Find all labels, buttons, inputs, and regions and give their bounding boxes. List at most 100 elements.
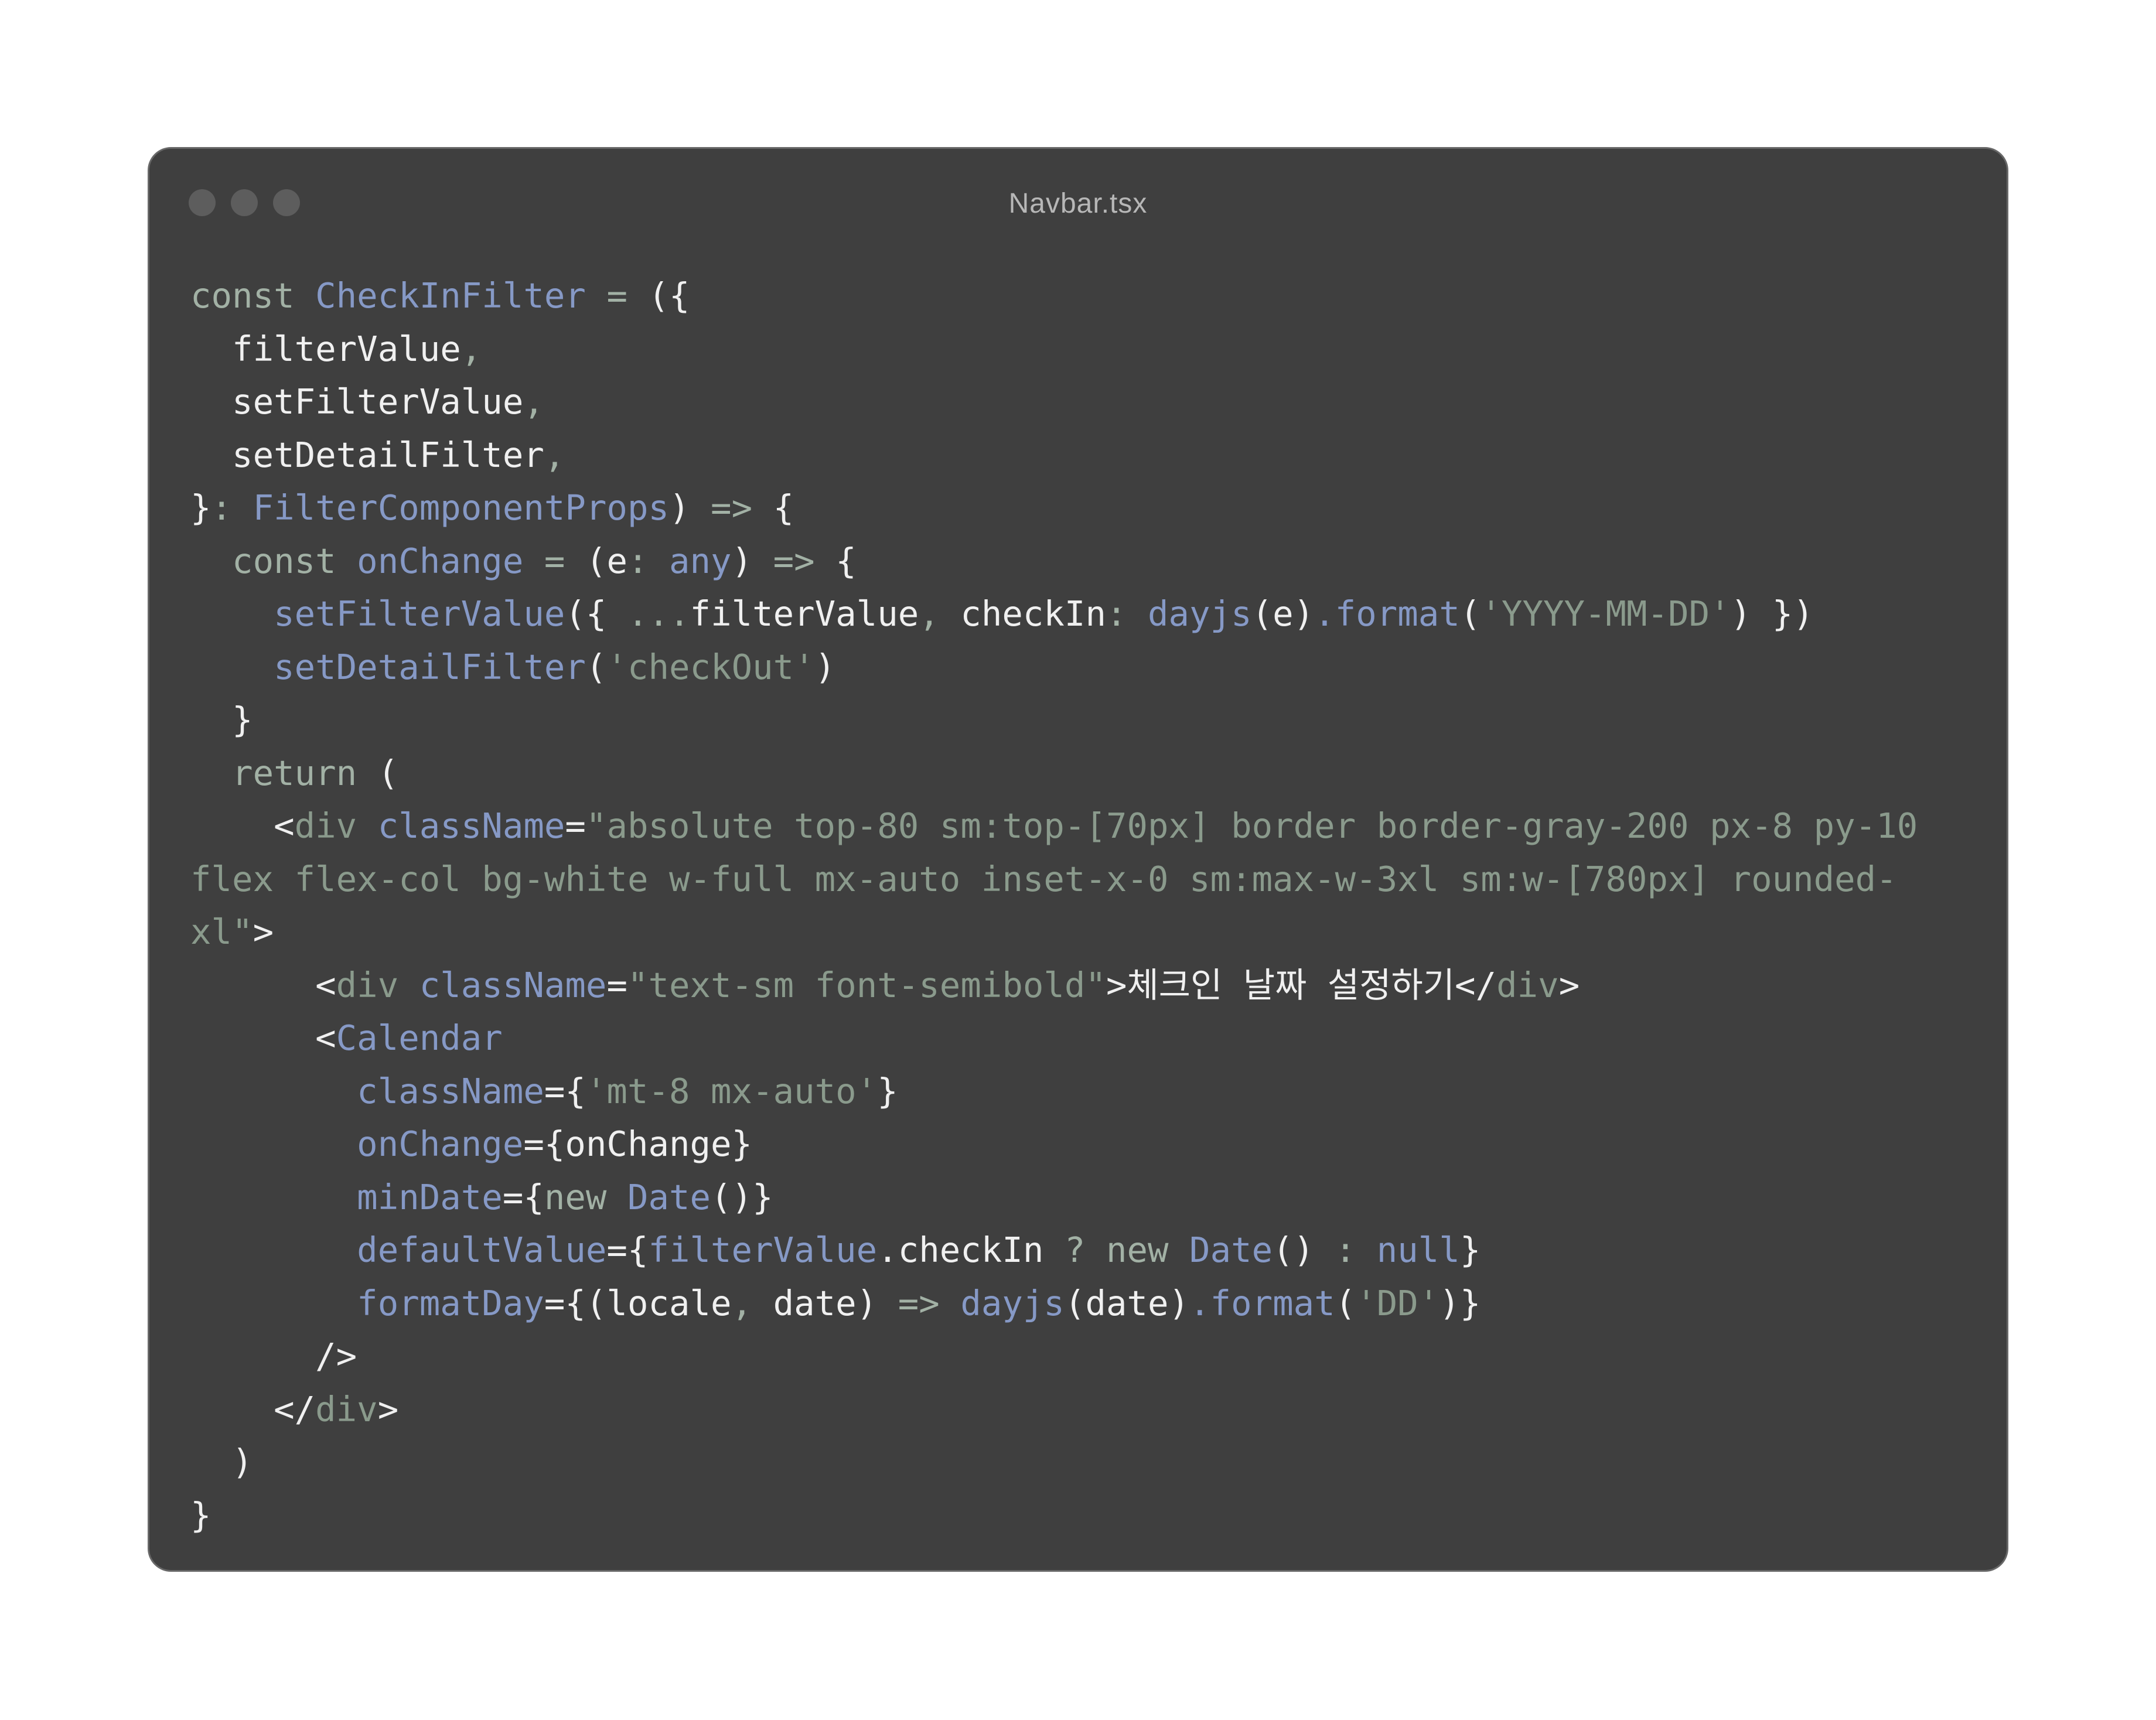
code-token-name: dayjs bbox=[960, 1282, 1065, 1323]
code-line: filterValue, bbox=[190, 323, 1971, 376]
code-token-string: div bbox=[315, 1388, 378, 1429]
code-token-keyword: => bbox=[752, 540, 836, 581]
code-token-text: } bbox=[877, 1070, 898, 1111]
code-token-keyword: : bbox=[1335, 1230, 1377, 1270]
title-bar: Navbar.tsx bbox=[149, 149, 2007, 260]
code-token-string: div bbox=[294, 806, 378, 846]
code-token-name: .format bbox=[1189, 1282, 1335, 1323]
code-token-punctuation: ... bbox=[627, 593, 690, 634]
code-token-name: onChange bbox=[190, 1124, 524, 1164]
code-line: /> bbox=[190, 1330, 1971, 1383]
code-token-text: (e) bbox=[1251, 593, 1315, 634]
code-token-text: } bbox=[1459, 1230, 1481, 1270]
code-token-text: } bbox=[190, 487, 211, 528]
code-token-text: (date) bbox=[1064, 1282, 1190, 1323]
code-token-name: defaultValue bbox=[190, 1230, 607, 1270]
code-token-string: xl" bbox=[190, 912, 253, 952]
window-title: Navbar.tsx bbox=[1008, 188, 1148, 219]
code-token-text: > bbox=[377, 1388, 399, 1429]
code-token-string: flex flex-col bg-white w-full mx-auto in… bbox=[190, 858, 1897, 899]
code-token-name: setDetailFilter bbox=[190, 646, 586, 687]
code-token-text: >체크인 날짜 설정하기</ bbox=[1106, 964, 1497, 1005]
code-token-punctuation: , bbox=[919, 593, 961, 634]
code-token-name: minDate bbox=[190, 1176, 503, 1217]
code-token-text: ={onChange} bbox=[523, 1124, 753, 1164]
code-token-punctuation: : bbox=[1106, 593, 1148, 634]
code-token-text: ( bbox=[377, 752, 399, 793]
code-token-string: div bbox=[1496, 964, 1559, 1005]
code-token-name: onChange bbox=[357, 540, 524, 581]
code-token-name: Date bbox=[627, 1176, 711, 1217]
code-token-text: ) bbox=[190, 1442, 253, 1482]
code-token-name: Date bbox=[1189, 1230, 1273, 1270]
code-token-punctuation: , bbox=[731, 1282, 773, 1323]
code-token-text: ={(locale bbox=[544, 1282, 732, 1323]
code-token-keyword: = bbox=[585, 275, 649, 316]
code-block[interactable]: const CheckInFilter = ({ filterValue, se… bbox=[190, 269, 1971, 1542]
code-token-string: div bbox=[336, 964, 419, 1005]
code-token-text: { bbox=[835, 540, 857, 581]
code-token-text: { bbox=[773, 487, 794, 528]
code-token-keyword: return bbox=[190, 752, 378, 793]
code-token-name: Calendar bbox=[336, 1018, 503, 1058]
code-line: className={'mt-8 mx-auto'} bbox=[190, 1065, 1971, 1118]
code-line: flex flex-col bg-white w-full mx-auto in… bbox=[190, 853, 1971, 906]
code-line: <Calendar bbox=[190, 1012, 1971, 1065]
code-line: onChange={onChange} bbox=[190, 1118, 1971, 1171]
code-line: } bbox=[190, 694, 1971, 747]
code-line: <div className="absolute top-80 sm:top-[… bbox=[190, 800, 1971, 853]
code-token-name: className bbox=[190, 1070, 544, 1111]
code-line: minDate={new Date()} bbox=[190, 1171, 1971, 1224]
code-line: ) bbox=[190, 1436, 1971, 1489]
code-token-text: } bbox=[190, 699, 253, 740]
code-token-name: setFilterValue bbox=[190, 593, 565, 634]
code-token-text: ={ bbox=[606, 1230, 649, 1270]
code-token-name: null bbox=[1376, 1230, 1460, 1270]
code-token-string: "absolute top-80 sm:top-[70px] border bo… bbox=[585, 806, 1918, 846]
code-token-name: formatDay bbox=[190, 1282, 544, 1323]
code-line: setDetailFilter, bbox=[190, 429, 1971, 482]
code-token-name: FilterComponentProps bbox=[253, 487, 669, 528]
code-line: const onChange = (e: any) => { bbox=[190, 535, 1971, 588]
code-line: setDetailFilter('checkOut') bbox=[190, 641, 1971, 694]
code-token-text: < bbox=[190, 964, 336, 1005]
code-token-text: ={ bbox=[544, 1070, 586, 1111]
code-token-text: } bbox=[190, 1494, 211, 1535]
code-line: } bbox=[190, 1489, 1971, 1542]
code-token-string: "text-sm font-semibold" bbox=[627, 964, 1106, 1005]
code-token-punctuation: , bbox=[523, 381, 544, 422]
code-token-keyword: = bbox=[523, 540, 586, 581]
code-line: <div className="text-sm font-semibold">체… bbox=[190, 959, 1971, 1012]
code-token-text: filterValue bbox=[190, 328, 461, 369]
code-token-text: = bbox=[565, 806, 586, 846]
code-token-name: .format bbox=[1314, 593, 1460, 634]
code-token-name: any bbox=[669, 540, 732, 581]
code-token-name: dayjs bbox=[1148, 593, 1252, 634]
code-token-text: < bbox=[190, 806, 295, 846]
code-token-text: ({ bbox=[565, 593, 627, 634]
code-line: xl"> bbox=[190, 906, 1971, 959]
code-token-keyword: new bbox=[544, 1176, 627, 1217]
code-token-text: ({ bbox=[648, 275, 690, 316]
code-token-text: > bbox=[253, 912, 274, 952]
code-token-name: filterValue bbox=[648, 1230, 878, 1270]
code-token-keyword: const bbox=[190, 275, 316, 316]
code-token-keyword: => bbox=[898, 1282, 961, 1323]
code-token-text: checkIn bbox=[960, 593, 1106, 634]
code-token-text: = bbox=[606, 964, 627, 1005]
code-token-string: 'mt-8 mx-auto' bbox=[585, 1070, 878, 1111]
code-token-keyword: ? new bbox=[1064, 1230, 1190, 1270]
code-token-text: ) bbox=[814, 646, 836, 687]
code-line: </div> bbox=[190, 1383, 1971, 1436]
code-token-text: > bbox=[1558, 964, 1580, 1005]
code-token-text: date) bbox=[773, 1282, 898, 1323]
code-token-text: ) bbox=[731, 540, 753, 581]
code-token-text: filterValue bbox=[690, 593, 919, 634]
code-token-text: () bbox=[1273, 1230, 1335, 1270]
code-token-text: < bbox=[190, 1018, 336, 1058]
code-line: setFilterValue, bbox=[190, 376, 1971, 429]
code-token-text: ( bbox=[1335, 1282, 1356, 1323]
code-token-name: className bbox=[419, 964, 607, 1005]
code-token-text: ( bbox=[585, 646, 607, 687]
code-line: setFilterValue({ ...filterValue, checkIn… bbox=[190, 588, 1971, 641]
